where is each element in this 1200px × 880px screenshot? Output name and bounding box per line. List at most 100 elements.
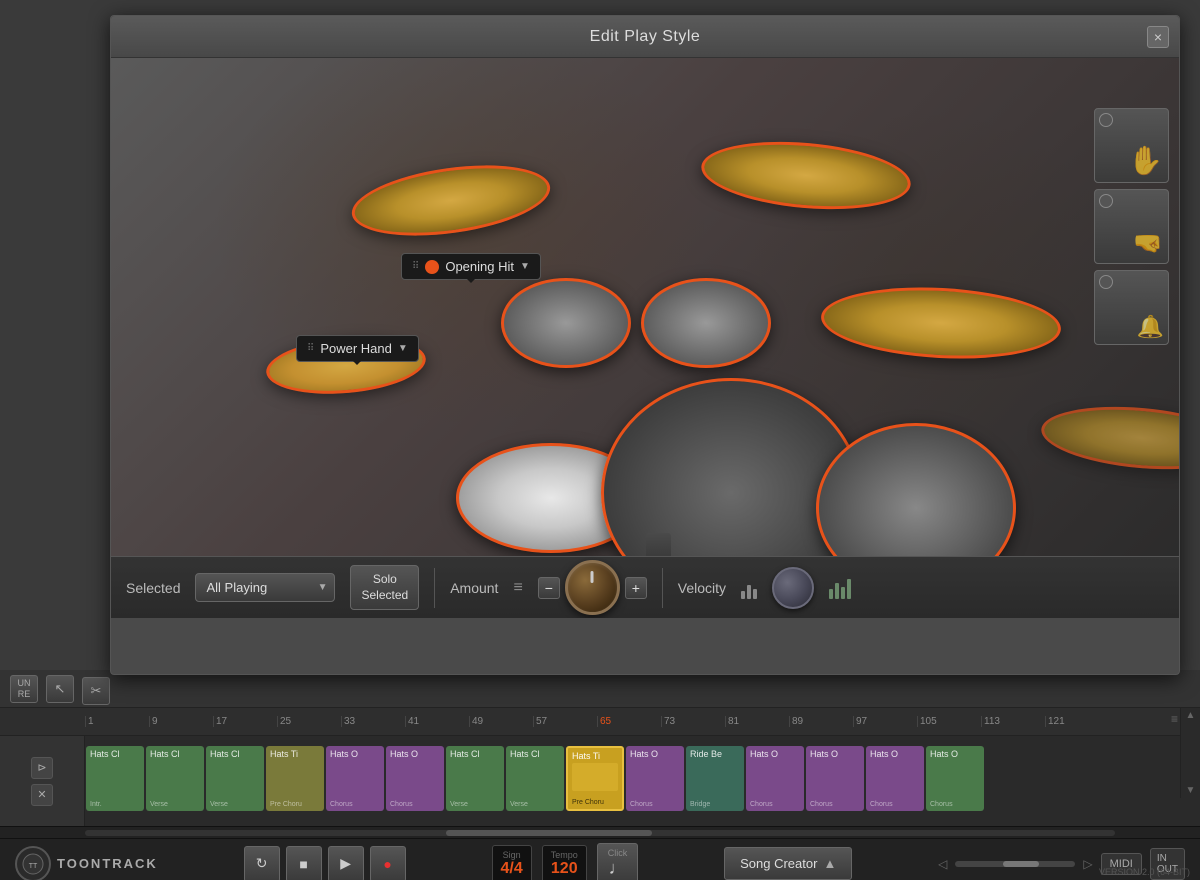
drum-area: ⠿ Opening Hit ▼ ⠿ Power Hand ▼ ✋ 🤜 bbox=[111, 58, 1179, 618]
loop-icon: ↻ bbox=[256, 855, 268, 872]
amount-knob[interactable] bbox=[565, 560, 620, 615]
play-btn[interactable]: ▶ bbox=[328, 846, 364, 880]
ruler-mark-113: 113 bbox=[981, 716, 1045, 727]
click-icon: ♩ bbox=[609, 858, 627, 879]
rack-tom-1[interactable] bbox=[501, 278, 631, 368]
tempo-value: 120 bbox=[551, 860, 578, 878]
ruler-mark-121: 121 bbox=[1045, 716, 1109, 727]
track-clip-10[interactable]: Ride Be Bridge bbox=[686, 746, 744, 811]
power-hand-drag-icon: ⠿ bbox=[307, 343, 314, 354]
articulation-btn-2[interactable]: 🤜 bbox=[1094, 189, 1169, 264]
articulation-btn-3[interactable]: 🔔 bbox=[1094, 270, 1169, 345]
power-hand-popup[interactable]: ⠿ Power Hand ▼ bbox=[296, 335, 419, 362]
stop-btn[interactable]: ■ bbox=[286, 846, 322, 880]
timeline-ruler: 1 9 17 25 33 41 49 57 65 73 81 89 97 105… bbox=[0, 708, 1200, 736]
select-tool-btn[interactable]: ↖ bbox=[46, 675, 74, 703]
ruler-mark-105: 105 bbox=[917, 716, 981, 727]
ruler-menu-icon[interactable]: ≡ bbox=[1171, 712, 1178, 726]
ruler-mark-9: 9 bbox=[149, 716, 213, 727]
vel-meter-bar-4 bbox=[847, 579, 851, 599]
ruler-mark-49: 49 bbox=[469, 716, 533, 727]
track-clip-6[interactable]: Hats Cl Verse bbox=[446, 746, 504, 811]
track-clip-5[interactable]: Hats O Chorus bbox=[386, 746, 444, 811]
transport-bar: TT TOONTRACK ↻ ■ ▶ ● bbox=[0, 838, 1200, 880]
amount-label: Amount bbox=[450, 580, 498, 596]
track-clip-9[interactable]: Hats O Chorus bbox=[626, 746, 684, 811]
vel-bar-2 bbox=[747, 585, 751, 599]
record-btn[interactable]: ● bbox=[370, 846, 406, 880]
tempo-display: Tempo 120 bbox=[542, 845, 587, 880]
undo-redo-control[interactable]: UN RE bbox=[10, 675, 38, 703]
sign-value: 4/4 bbox=[501, 860, 523, 878]
close-button[interactable]: × bbox=[1147, 26, 1169, 48]
ruler-mark-81: 81 bbox=[725, 716, 789, 727]
loop-btn[interactable]: ↻ bbox=[244, 846, 280, 880]
dialog-header: Edit Play Style × bbox=[111, 16, 1179, 58]
separator-2 bbox=[662, 568, 663, 608]
velocity-label: Velocity bbox=[678, 580, 726, 596]
track-clip-13[interactable]: Hats O Chorus bbox=[866, 746, 924, 811]
filter-icon[interactable]: ≡ bbox=[513, 579, 522, 597]
volume-slider[interactable] bbox=[955, 861, 1075, 867]
track-clip-7[interactable]: Hats Cl Verse bbox=[506, 746, 564, 811]
rack-tom-2[interactable] bbox=[641, 278, 771, 368]
solo-selected-button[interactable]: Solo Selected bbox=[350, 565, 419, 610]
ruler-mark-57: 57 bbox=[533, 716, 597, 727]
amount-minus-btn[interactable]: − bbox=[538, 577, 560, 599]
tempo-label: Tempo bbox=[551, 850, 578, 860]
sign-display: Sign 4/4 bbox=[492, 845, 532, 880]
track-clip-12[interactable]: Hats O Chorus bbox=[806, 746, 864, 811]
transport-controls: ↻ ■ ▶ ● bbox=[244, 846, 406, 880]
track-control-btn-1[interactable]: ⊳ bbox=[31, 757, 53, 779]
cymbal-icon-3: 🔔 bbox=[1137, 314, 1164, 340]
track-clip-2[interactable]: Hats Cl Verse bbox=[206, 746, 264, 811]
ruler-mark-1: 1 bbox=[85, 716, 149, 727]
track-clip-14[interactable]: Hats O Chorus bbox=[926, 746, 984, 811]
scissors-icon: ✂ bbox=[91, 683, 102, 699]
velocity-knob[interactable] bbox=[772, 567, 814, 609]
time-display: Sign 4/4 Tempo 120 Click ♩ bbox=[492, 843, 639, 880]
hand-icon-1: ✋ bbox=[1128, 144, 1163, 177]
track-clip-3[interactable]: Hats Ti Pre Choru bbox=[266, 746, 324, 811]
track-clip-1[interactable]: Hats Cl Verse bbox=[146, 746, 204, 811]
power-led-2 bbox=[1099, 194, 1113, 208]
in-label: IN bbox=[1157, 853, 1178, 864]
opening-hit-popup[interactable]: ⠿ Opening Hit ▼ bbox=[401, 253, 541, 280]
vel-bar-3 bbox=[753, 589, 757, 599]
vel-meter-bar-1 bbox=[829, 589, 833, 599]
ruler-mark-33: 33 bbox=[341, 716, 405, 727]
track-clip-4[interactable]: Hats O Chorus bbox=[326, 746, 384, 811]
opening-hit-orange-dot bbox=[425, 260, 439, 274]
ruler-mark-65: 65 bbox=[597, 716, 661, 727]
selected-label: Selected bbox=[126, 580, 180, 596]
scroll-controls: ▲ ▼ bbox=[1180, 708, 1200, 798]
ruler-mark-41: 41 bbox=[405, 716, 469, 727]
track-control-btn-2[interactable]: ✕ bbox=[31, 784, 53, 806]
track-controls: ⊳ ✕ bbox=[0, 736, 85, 826]
scroll-up-arrow[interactable]: ▲ bbox=[1183, 710, 1198, 721]
hand-icon-2: 🤜 bbox=[1133, 229, 1163, 258]
playing-dropdown-wrapper[interactable]: All Playing Kick Snare Hi-Hat Cymbals bbox=[195, 573, 335, 602]
svg-text:TT: TT bbox=[29, 863, 38, 870]
opening-hit-arrow-icon: ▼ bbox=[520, 261, 530, 272]
amount-knob-container: − + bbox=[538, 560, 647, 615]
amount-plus-btn[interactable]: + bbox=[625, 577, 647, 599]
click-btn[interactable]: Click ♩ bbox=[597, 843, 639, 880]
playing-dropdown[interactable]: All Playing Kick Snare Hi-Hat Cymbals bbox=[195, 573, 335, 602]
dialog-title: Edit Play Style bbox=[590, 28, 701, 46]
track-clip-11[interactable]: Hats O Chorus bbox=[746, 746, 804, 811]
sign-label: Sign bbox=[501, 850, 523, 860]
track-area: ⊳ ✕ Hats Cl Intr. Hats Cl Verse Hats Cl … bbox=[0, 736, 1200, 826]
articulation-btn-1[interactable]: ✋ bbox=[1094, 108, 1169, 183]
track-clip-8[interactable]: Hats Ti Pre Choru bbox=[566, 746, 624, 811]
song-creator-btn[interactable]: Song Creator ▲ bbox=[724, 847, 852, 880]
solo-label: Solo bbox=[361, 572, 408, 588]
drag-dots-icon: ⠿ bbox=[412, 261, 419, 272]
track-clip-0[interactable]: Hats Cl Intr. bbox=[86, 746, 144, 811]
scissor-tool-btn[interactable]: ✂ bbox=[82, 677, 110, 705]
stop-icon: ■ bbox=[299, 856, 307, 872]
velocity-bars bbox=[741, 577, 757, 599]
scroll-down-arrow[interactable]: ▼ bbox=[1183, 785, 1198, 796]
separator-1 bbox=[434, 568, 435, 608]
record-icon: ● bbox=[383, 856, 391, 872]
